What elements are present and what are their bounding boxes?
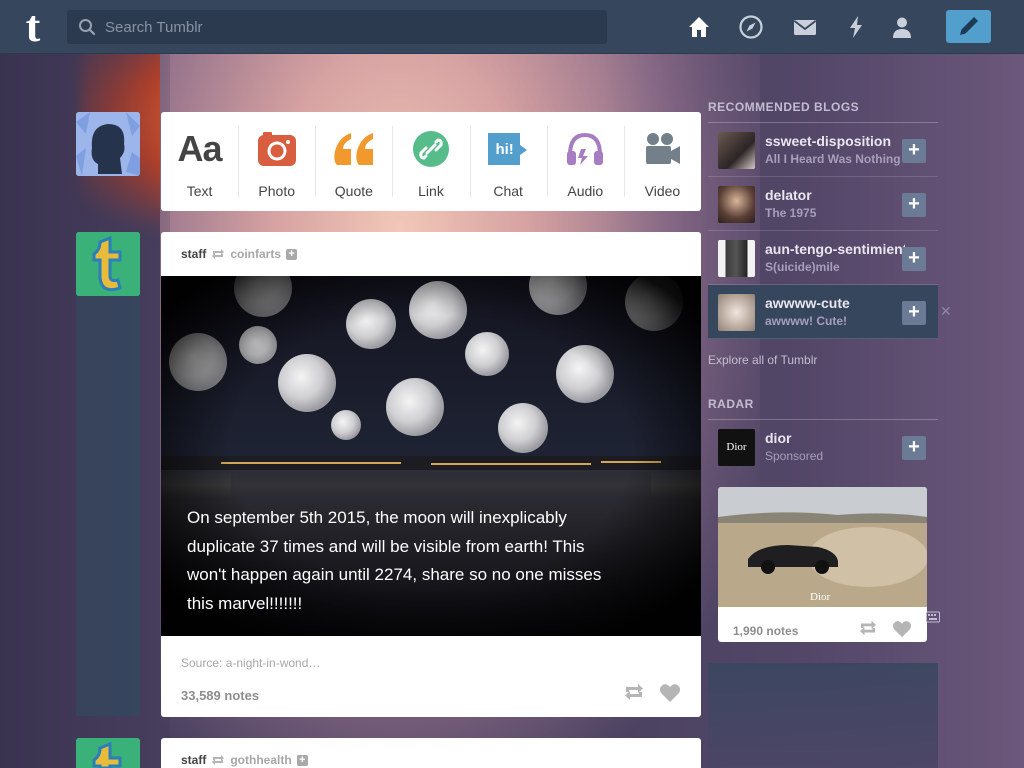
- follow-plus-icon[interactable]: +: [286, 248, 298, 260]
- headphones-icon: [563, 129, 607, 169]
- heart-icon[interactable]: [659, 683, 681, 703]
- blog-avatar[interactable]: Dior: [718, 429, 755, 466]
- post-type-label: Video: [644, 183, 681, 199]
- radar-post-image[interactable]: Dior: [718, 487, 927, 607]
- heart-icon[interactable]: [892, 620, 912, 638]
- blog-name[interactable]: ssweet-disposition: [765, 133, 905, 149]
- follow-button[interactable]: +: [902, 436, 926, 460]
- post-header: staff gothhealth +: [181, 752, 308, 768]
- video-camera-icon: [640, 129, 684, 169]
- recommended-blog[interactable]: awwww-cute awwww! Cute! + ✕: [708, 285, 952, 339]
- radar-notes-count[interactable]: 1,990 notes: [733, 624, 798, 638]
- sponsored-label: Sponsored: [765, 449, 824, 463]
- photo-caption: On september 5th 2015, the moon will ine…: [187, 508, 602, 613]
- brand-watermark: Dior: [810, 591, 831, 603]
- follow-button[interactable]: +: [902, 301, 926, 325]
- post-card: staff gothhealth +: [161, 738, 701, 768]
- search-box[interactable]: [67, 10, 607, 44]
- blog-subtitle: S(uicide)mile: [765, 260, 840, 274]
- close-icon[interactable]: ✕: [940, 303, 952, 320]
- pencil-icon: [960, 17, 978, 35]
- post-type-audio[interactable]: Audio: [546, 112, 624, 211]
- post-card: staff coinfarts + On september 5th 2015,…: [161, 232, 701, 717]
- blog-subtitle: All I Heard Was Nothing: [765, 152, 901, 166]
- quote-icon: [332, 129, 376, 169]
- post-type-label: Photo: [258, 183, 295, 199]
- account-icon[interactable]: [889, 14, 915, 40]
- reblog-icon: [212, 249, 225, 259]
- post-notes-count[interactable]: 33,589 notes: [181, 688, 259, 703]
- post-type-label: Text: [186, 183, 213, 199]
- blog-name[interactable]: awwww-cute: [765, 295, 905, 311]
- search-input[interactable]: [105, 10, 595, 44]
- post-type-label: Audio: [567, 183, 604, 199]
- reblogged-from[interactable]: coinfarts: [230, 247, 281, 261]
- post-type-label: Link: [418, 183, 444, 199]
- post-author[interactable]: staff: [181, 247, 206, 261]
- blog-avatar[interactable]: [718, 240, 755, 277]
- my-avatar[interactable]: [76, 112, 140, 176]
- activity-icon[interactable]: [843, 14, 869, 40]
- silhouette-icon: [76, 112, 140, 176]
- blog-avatar[interactable]: [718, 132, 755, 169]
- radar-title: RADAR: [708, 397, 938, 420]
- inbox-icon[interactable]: [792, 14, 818, 40]
- car-desert-photo: [718, 487, 927, 607]
- post-type-video[interactable]: Video: [623, 112, 701, 211]
- right-sidebar: RECOMMENDED BLOGS ssweet-disposition All…: [708, 100, 952, 642]
- top-navbar: t: [0, 0, 1024, 54]
- blog-subtitle: The 1975: [765, 206, 817, 220]
- radar-blog[interactable]: Dior dior Sponsored +: [708, 420, 938, 474]
- radar-actions: [858, 620, 912, 638]
- blog-subtitle: awwww! Cute!: [765, 314, 848, 328]
- blog-avatar[interactable]: [718, 186, 755, 223]
- follow-button[interactable]: +: [902, 193, 926, 217]
- tumblr-logo[interactable]: t: [16, 5, 50, 49]
- explore-all-link[interactable]: Explore all of Tumblr: [708, 353, 938, 367]
- post-type-link[interactable]: Link: [392, 112, 469, 211]
- follow-plus-icon[interactable]: +: [296, 754, 308, 766]
- camera-icon: [255, 129, 299, 169]
- home-icon[interactable]: [686, 14, 712, 40]
- blog-name[interactable]: delator: [765, 187, 905, 203]
- recommended-blogs-title: RECOMMENDED BLOGS: [708, 100, 938, 123]
- follow-button[interactable]: +: [902, 247, 926, 271]
- blog-name[interactable]: dior: [765, 430, 905, 446]
- staff-avatar[interactable]: [76, 738, 140, 768]
- reblogged-from[interactable]: gothhealth: [230, 753, 291, 767]
- post-actions: [623, 683, 681, 703]
- post-type-chat[interactable]: hi! Chat: [469, 112, 547, 211]
- post-photo[interactable]: On september 5th 2015, the moon will ine…: [161, 276, 701, 636]
- recommended-blog[interactable]: ssweet-disposition All I Heard Was Nothi…: [708, 123, 938, 177]
- chat-bubble-icon: hi!: [486, 129, 530, 169]
- post-author[interactable]: staff: [181, 753, 206, 767]
- radar-post-card: Dior 1,990 notes: [718, 487, 927, 642]
- compose-button[interactable]: [946, 10, 991, 43]
- post-header: staff coinfarts +: [181, 246, 298, 262]
- reblog-icon: [212, 755, 225, 765]
- staff-avatar[interactable]: [76, 232, 140, 296]
- post-type-bar: Aa Text Photo Quote Link hi! Chat Audio …: [161, 112, 701, 211]
- reblog-icon[interactable]: [858, 620, 878, 636]
- sidebar-footer: [708, 663, 938, 768]
- blog-avatar[interactable]: [718, 294, 755, 331]
- explore-icon[interactable]: [738, 14, 764, 40]
- post-type-text[interactable]: Aa Text: [161, 112, 238, 211]
- text-icon: Aa: [177, 128, 223, 169]
- post-type-label: Chat: [493, 183, 523, 199]
- recommended-blog[interactable]: aun-tengo-sentimientos S(uicide)mile +: [708, 231, 938, 285]
- follow-button[interactable]: +: [902, 139, 926, 163]
- blog-name[interactable]: aun-tengo-sentimientos: [765, 241, 905, 257]
- recommended-blog[interactable]: delator The 1975 +: [708, 177, 938, 231]
- post-source-link[interactable]: Source: a-night-in-wond…: [181, 656, 320, 670]
- post-type-label: Quote: [334, 183, 373, 199]
- tumblr-t-icon: [76, 738, 140, 768]
- tumblr-t-icon: [76, 232, 140, 296]
- search-icon: [79, 19, 96, 36]
- post-type-photo[interactable]: Photo: [238, 112, 315, 211]
- reblog-icon[interactable]: [623, 683, 645, 701]
- post-type-quote[interactable]: Quote: [315, 112, 392, 211]
- keyboard-icon[interactable]: [926, 611, 940, 623]
- link-icon: [409, 129, 453, 169]
